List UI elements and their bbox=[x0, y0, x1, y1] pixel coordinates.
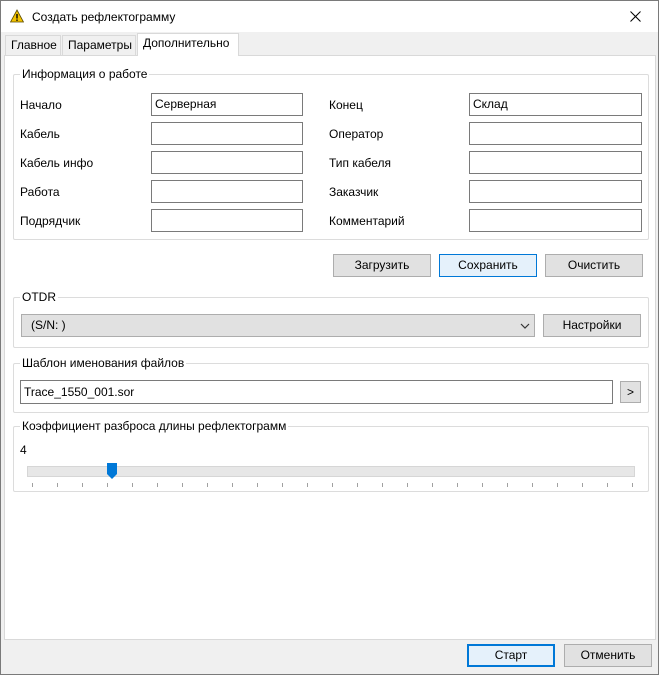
cancel-button[interactable]: Отменить bbox=[564, 644, 652, 667]
job-label: Работа bbox=[20, 185, 60, 199]
load-button[interactable]: Загрузить bbox=[333, 254, 431, 277]
operator-label: Оператор bbox=[329, 127, 384, 141]
otdr-device-select[interactable]: (S/N: ) bbox=[21, 314, 535, 337]
slider-tick bbox=[307, 483, 308, 487]
slider-tick bbox=[57, 483, 58, 487]
save-button[interactable]: Сохранить bbox=[439, 254, 537, 277]
otdr-settings-button[interactable]: Настройки bbox=[543, 314, 641, 337]
slider-tick bbox=[107, 483, 108, 487]
close-icon bbox=[629, 11, 641, 22]
start-label: Начало bbox=[20, 98, 62, 112]
customer-label: Заказчик bbox=[329, 185, 379, 199]
spread-value-label: 4 bbox=[20, 443, 27, 457]
spread-slider-ticks bbox=[32, 483, 633, 489]
slider-tick bbox=[32, 483, 33, 487]
spread-slider-track[interactable] bbox=[27, 466, 635, 477]
clear-button[interactable]: Очистить bbox=[545, 254, 643, 277]
dialog-window: Создать рефлектограмму Главное Параметры… bbox=[0, 0, 659, 675]
chevron-down-icon bbox=[520, 323, 530, 329]
tab-parameters[interactable]: Параметры bbox=[62, 35, 136, 56]
job-info-group: Информация о работе Начало Серверная Кон… bbox=[13, 67, 649, 240]
comment-label: Комментарий bbox=[329, 214, 405, 228]
tab-additional[interactable]: Дополнительно bbox=[137, 33, 239, 56]
cable-info-field[interactable] bbox=[151, 151, 303, 174]
warning-triangle-icon bbox=[10, 9, 24, 23]
slider-tick bbox=[532, 483, 533, 487]
slider-tick bbox=[132, 483, 133, 487]
customer-field[interactable] bbox=[469, 180, 642, 203]
slider-tick bbox=[432, 483, 433, 487]
slider-tick bbox=[82, 483, 83, 487]
spread-coefficient-group: Коэффициент разброса длины рефлектограмм… bbox=[13, 419, 649, 492]
tab-strip: Главное Параметры Дополнительно bbox=[5, 33, 655, 56]
filename-template-browse-button[interactable]: > bbox=[620, 381, 641, 403]
cable-type-label: Тип кабеля bbox=[329, 156, 392, 170]
filename-template-group: Шаблон именования файлов Trace_1550_001.… bbox=[13, 356, 649, 413]
otdr-group: OTDR (S/N: ) Настройки bbox=[13, 290, 649, 348]
cable-info-label: Кабель инфо bbox=[20, 156, 94, 170]
contractor-label: Подрядчик bbox=[20, 214, 81, 228]
slider-tick bbox=[582, 483, 583, 487]
slider-tick bbox=[632, 483, 633, 487]
slider-tick bbox=[557, 483, 558, 487]
job-info-group-title: Информация о работе bbox=[20, 67, 150, 81]
window-title: Создать рефлектограмму bbox=[32, 10, 176, 24]
job-field[interactable] bbox=[151, 180, 303, 203]
slider-tick bbox=[607, 483, 608, 487]
slider-tick bbox=[232, 483, 233, 487]
end-label: Конец bbox=[329, 98, 363, 112]
slider-tick bbox=[407, 483, 408, 487]
filename-template-field[interactable]: Trace_1550_001.sor bbox=[20, 380, 613, 404]
cable-type-field[interactable] bbox=[469, 151, 642, 174]
slider-tick bbox=[507, 483, 508, 487]
otdr-group-title: OTDR bbox=[20, 290, 58, 304]
slider-tick bbox=[332, 483, 333, 487]
operator-field[interactable] bbox=[469, 122, 642, 145]
slider-tick bbox=[382, 483, 383, 487]
start-field[interactable]: Серверная bbox=[151, 93, 303, 116]
spread-slider-thumb[interactable] bbox=[107, 463, 117, 479]
close-button[interactable] bbox=[612, 1, 658, 32]
tab-panel-additional: Информация о работе Начало Серверная Кон… bbox=[4, 55, 656, 640]
slider-tick bbox=[457, 483, 458, 487]
filename-template-group-title: Шаблон именования файлов bbox=[20, 356, 187, 370]
slider-tick bbox=[207, 483, 208, 487]
cable-field[interactable] bbox=[151, 122, 303, 145]
slider-tick bbox=[182, 483, 183, 487]
slider-tick bbox=[482, 483, 483, 487]
tab-main[interactable]: Главное bbox=[5, 35, 61, 56]
cable-label: Кабель bbox=[20, 127, 60, 141]
slider-tick bbox=[157, 483, 158, 487]
start-button[interactable]: Старт bbox=[467, 644, 555, 667]
slider-tick bbox=[357, 483, 358, 487]
contractor-field[interactable] bbox=[151, 209, 303, 232]
dialog-footer: Старт Отменить bbox=[1, 641, 658, 675]
slider-tick bbox=[282, 483, 283, 487]
comment-field[interactable] bbox=[469, 209, 642, 232]
title-bar: Создать рефлектограмму bbox=[1, 1, 658, 32]
slider-tick bbox=[257, 483, 258, 487]
otdr-device-value: (S/N: ) bbox=[31, 318, 66, 332]
spread-coefficient-group-title: Коэффициент разброса длины рефлектограмм bbox=[20, 419, 289, 433]
end-field[interactable]: Склад bbox=[469, 93, 642, 116]
